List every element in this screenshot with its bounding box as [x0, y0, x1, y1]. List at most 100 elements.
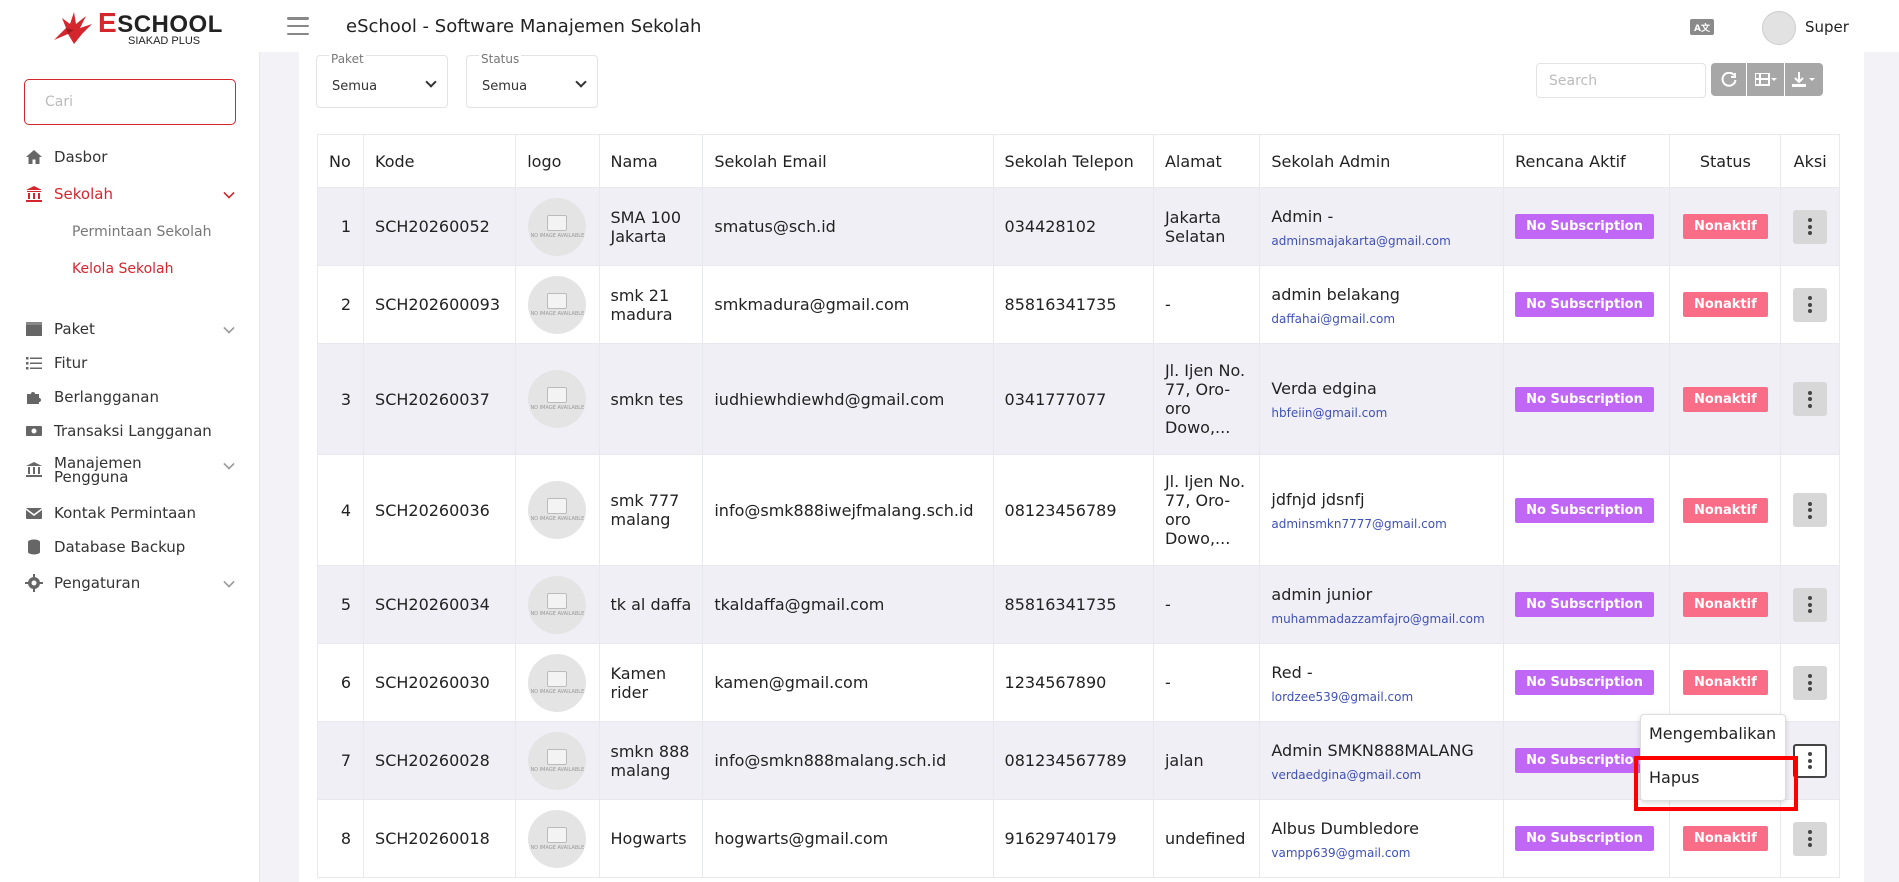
- cell-nama: smkn 888 malang: [598, 721, 704, 800]
- school-logo-placeholder: NO IMAGE AVAILABLE: [528, 809, 587, 868]
- column-header-nama[interactable]: Nama: [598, 134, 704, 188]
- no-image-text: NO IMAGE AVAILABLE: [530, 516, 585, 522]
- cell-kode: SCH20260052: [363, 187, 517, 266]
- cell-telepon: 08123456789: [992, 454, 1154, 566]
- row-actions-kebab-icon[interactable]: [1793, 587, 1828, 622]
- cell-alamat: Jakarta Selatan: [1152, 187, 1261, 266]
- cell-rencana: No Subscription: [1503, 265, 1671, 344]
- column-header-no[interactable]: No: [316, 134, 365, 188]
- column-header-alamat[interactable]: Alamat: [1152, 134, 1261, 188]
- admin-email: hbfeiin@gmail.com: [1271, 406, 1388, 420]
- sidebar-item-fitur[interactable]: Fitur: [24, 354, 236, 372]
- sidebar-item-database-backup[interactable]: Database Backup: [24, 538, 236, 556]
- language-icon[interactable]: A文: [1690, 19, 1714, 35]
- cell-logo: NO IMAGE AVAILABLE: [515, 565, 600, 644]
- sidebar-item-label: Dasbor: [54, 148, 108, 166]
- sidebar-item-pengaturan[interactable]: Pengaturan: [24, 574, 236, 592]
- cell-logo: NO IMAGE AVAILABLE: [515, 799, 600, 878]
- school-logo-placeholder: NO IMAGE AVAILABLE: [528, 575, 587, 634]
- column-header-rencana[interactable]: Rencana Aktif: [1503, 134, 1671, 188]
- columns-icon: [1754, 72, 1777, 86]
- row-actions-kebab-icon[interactable]: [1793, 382, 1828, 416]
- refresh-button[interactable]: [1711, 63, 1746, 96]
- admin-email: muhammadazzamfajro@gmail.com: [1271, 611, 1485, 626]
- cell-telepon: 034428102: [992, 187, 1154, 266]
- chevron-down-icon: [223, 187, 235, 199]
- cell-no: 2: [316, 265, 365, 344]
- cell-status: Nonaktif: [1669, 187, 1782, 266]
- column-header-admin[interactable]: Sekolah Admin: [1259, 134, 1505, 188]
- row-actions-kebab-icon[interactable]: [1793, 743, 1828, 778]
- cell-aksi: [1780, 721, 1840, 800]
- subscription-badge: No Subscription: [1515, 292, 1654, 317]
- avatar[interactable]: [1762, 11, 1796, 45]
- school-logo-placeholder: NO IMAGE AVAILABLE: [528, 481, 587, 539]
- row-actions-kebab-icon[interactable]: [1793, 665, 1828, 700]
- column-header-kode[interactable]: Kode: [363, 134, 517, 188]
- no-image-text: NO IMAGE AVAILABLE: [530, 310, 585, 317]
- top-header: ESCHOOL SIAKAD PLUS eSchool - Software M…: [0, 0, 1899, 52]
- cell-rencana: No Subscription: [1503, 454, 1671, 566]
- column-header-status[interactable]: Status: [1669, 134, 1782, 188]
- no-image-text: NO IMAGE AVAILABLE: [530, 766, 585, 773]
- export-button[interactable]: [1785, 63, 1823, 96]
- cell-admin: Albus Dumbledore vampp639@gmail.com: [1259, 799, 1505, 878]
- sidebar-search-input[interactable]: [24, 79, 236, 125]
- status-badge: Nonaktif: [1682, 826, 1768, 851]
- cell-email: kamen@gmail.com: [702, 643, 994, 722]
- status-filter-value: Semua: [482, 79, 528, 94]
- money-icon: [24, 422, 44, 440]
- cell-kode: SCH20260036: [363, 454, 517, 566]
- cell-rencana: No Subscription: [1503, 799, 1671, 878]
- table-search-input[interactable]: [1536, 63, 1706, 98]
- download-icon: [1792, 71, 1815, 87]
- cell-email: iudhiewhdiewhd@gmail.com: [702, 343, 994, 455]
- row-actions-kebab-icon[interactable]: [1793, 287, 1828, 322]
- column-header-email[interactable]: Sekolah Email: [702, 134, 994, 188]
- sidebar-subitem-kelola-sekolah[interactable]: Kelola Sekolah: [72, 261, 174, 277]
- column-header-telepon[interactable]: Sekolah Telepon: [992, 134, 1154, 188]
- sidebar-item-paket[interactable]: Paket: [24, 320, 236, 338]
- status-filter-select[interactable]: Status Semua: [466, 52, 598, 108]
- table-row: 8 SCH20260018 NO IMAGE AVAILABLE Hogwart…: [316, 799, 1840, 878]
- table-row: 7 SCH20260028 NO IMAGE AVAILABLE smkn 88…: [316, 721, 1840, 800]
- cell-alamat: jalan: [1152, 721, 1261, 800]
- sidebar-item-dasbor[interactable]: Dasbor: [24, 148, 236, 166]
- school-icon: [24, 185, 44, 203]
- page-title: eSchool - Software Manajemen Sekolah: [346, 16, 702, 37]
- admin-name: Admin -: [1271, 206, 1334, 226]
- paket-filter-select[interactable]: Paket Semua: [316, 52, 448, 108]
- admin-name: jdfnjd jdsnfj: [1271, 490, 1365, 509]
- package-icon: [24, 320, 44, 338]
- delete-menu-item[interactable]: Hapus: [1649, 768, 1699, 787]
- cell-kode: SCH20260034: [363, 565, 517, 644]
- restore-menu-item[interactable]: Mengembalikan: [1649, 724, 1776, 743]
- cell-no: 5: [316, 565, 365, 644]
- logo-title-initial: E: [98, 7, 118, 38]
- cell-rencana: No Subscription: [1503, 643, 1671, 722]
- sidebar-item-sekolah[interactable]: Sekolah: [24, 185, 236, 203]
- sidebar-item-label: Sekolah: [54, 185, 113, 203]
- column-header-logo[interactable]: logo: [515, 134, 600, 188]
- status-badge: Nonaktif: [1682, 670, 1768, 695]
- user-name[interactable]: Super: [1805, 18, 1849, 36]
- cell-logo: NO IMAGE AVAILABLE: [515, 343, 600, 455]
- sidebar-item-manajemen-pengguna[interactable]: Manajemen Pengguna: [24, 454, 236, 486]
- sidebar-item-kontak-permintaan[interactable]: Kontak Permintaan: [24, 504, 236, 522]
- row-actions-kebab-icon[interactable]: [1793, 209, 1828, 244]
- gear-icon: [24, 574, 44, 592]
- sidebar-item-label: Transaksi Langganan: [54, 422, 212, 440]
- sidebar-item-berlangganan[interactable]: Berlangganan: [24, 388, 236, 406]
- cell-logo: NO IMAGE AVAILABLE: [515, 265, 600, 344]
- sidebar-item-transaksi-langganan[interactable]: Transaksi Langganan: [24, 422, 236, 440]
- menu-toggle-icon[interactable]: [287, 17, 309, 35]
- logo[interactable]: ESCHOOL SIAKAD PLUS: [52, 7, 227, 47]
- columns-toggle-button[interactable]: [1747, 63, 1784, 96]
- row-actions-kebab-icon[interactable]: [1793, 493, 1828, 527]
- sidebar-item-label: Manajemen Pengguna: [54, 454, 142, 486]
- cell-kode: SCH202600093: [363, 265, 517, 344]
- row-actions-kebab-icon[interactable]: [1793, 821, 1828, 856]
- cell-nama: smk 21 madura: [598, 265, 704, 344]
- sidebar-subitem-permintaan-sekolah[interactable]: Permintaan Sekolah: [72, 224, 211, 240]
- content-card: Paket Semua Status Semua No Kode logo Na…: [299, 52, 1864, 882]
